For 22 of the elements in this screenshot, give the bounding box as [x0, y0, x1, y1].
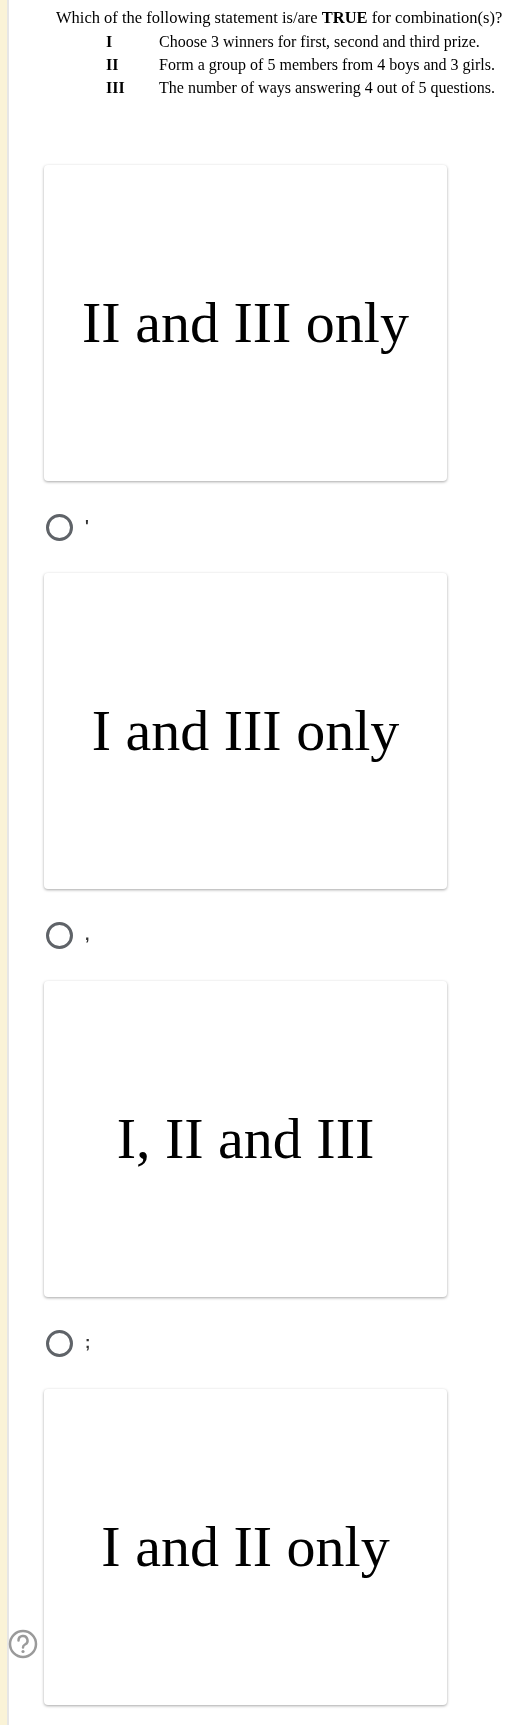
- answer-text: II and III only: [82, 291, 409, 355]
- answer-card[interactable]: I, II and III: [44, 981, 447, 1297]
- answer-card[interactable]: I and III only: [44, 573, 447, 889]
- help-icon[interactable]: [8, 1629, 38, 1659]
- radio-button[interactable]: [46, 1329, 73, 1357]
- answer-card[interactable]: I and II only: [44, 1389, 447, 1705]
- statement-numeral: III: [105, 78, 126, 98]
- question-text: Which of the following statement is/are TRUE for combination(s)?: [56, 7, 504, 29]
- statement-numeral: I: [105, 32, 114, 52]
- answer-card[interactable]: II and III only: [44, 165, 447, 481]
- radio-button[interactable]: [46, 513, 73, 541]
- option-mark: ,: [85, 925, 90, 945]
- answer-text: I and II only: [101, 1515, 390, 1579]
- statement-text: Choose 3 winners for first, second and third prize.: [159, 32, 480, 53]
- option-mark: ': [85, 517, 89, 537]
- answer-text: I and III only: [91, 699, 400, 763]
- statement-numeral: II: [105, 55, 120, 75]
- option-mark: ;: [85, 1333, 91, 1353]
- answer-text: I, II and III: [116, 1107, 375, 1171]
- statement-text: The number of ways answering 4 out of 5 questions.: [159, 78, 495, 99]
- radio-button[interactable]: [46, 921, 73, 949]
- statement-text: Form a group of 5 members from 4 boys and 3 girls.: [159, 55, 495, 76]
